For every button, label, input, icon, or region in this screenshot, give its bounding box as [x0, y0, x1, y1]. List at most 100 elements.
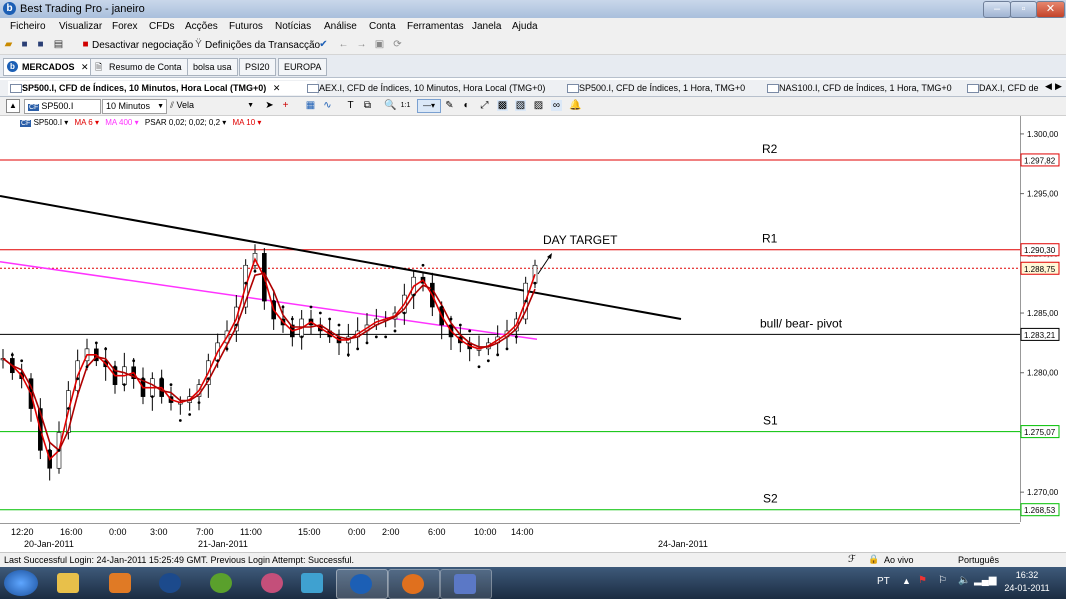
level-name-label: bull/ bear- pivot: [760, 316, 843, 330]
cursor-icon[interactable]: ➤: [264, 100, 275, 111]
menu-visualizar[interactable]: Visualizar: [59, 21, 102, 32]
network-icon[interactable]: ⚐: [938, 575, 947, 586]
color-icon[interactable]: ◐: [461, 100, 472, 111]
start-button[interactable]: [4, 570, 38, 596]
signal-bars-icon[interactable]: ▂▄▆: [974, 575, 996, 586]
close-tab-icon[interactable]: ✕: [81, 62, 89, 72]
pen-icon[interactable]: ✎: [444, 100, 455, 111]
link-icon[interactable]: ∞: [551, 100, 562, 111]
volume-icon[interactable]: 🔈: [958, 575, 970, 586]
legend-symbol[interactable]: SP500.I: [34, 118, 62, 127]
transaction-settings-button[interactable]: Definições da Transacção: [205, 40, 320, 51]
chart-tab-sp500-10min[interactable]: SP500.I, CFD de Índices, 10 Minutos, Hor…: [8, 81, 317, 95]
language-indicator[interactable]: PT: [877, 576, 890, 587]
chart-tab-aex-10min[interactable]: AEX.I, CFD de Índices, 10 Minutos, Hora …: [305, 81, 577, 95]
menu-futuros[interactable]: Futuros: [229, 21, 263, 32]
scroll-tabs-left-icon[interactable]: ◀: [1045, 81, 1052, 92]
screenshot-tool-button[interactable]: [440, 569, 492, 599]
stop-trading-icon[interactable]: ■: [80, 39, 91, 50]
close-tab-icon[interactable]: ✕: [273, 83, 281, 93]
workspace-tabs: b MERCADOS ✕ 🗎 Resumo de Conta bolsa usa…: [0, 55, 1066, 78]
psar-dot: [337, 323, 341, 327]
print-icon[interactable]: ▤: [53, 39, 64, 50]
check-icon[interactable]: ✔: [318, 39, 329, 50]
menu-conta[interactable]: Conta: [369, 21, 396, 32]
menu-ferramentas[interactable]: Ferramentas: [407, 21, 464, 32]
menu-cfds[interactable]: CFDs: [149, 21, 175, 32]
hp-button[interactable]: [146, 569, 196, 597]
legend-psar[interactable]: PSAR 0,02; 0,02; 0,2: [145, 118, 220, 127]
ratio-icon[interactable]: 1:1: [400, 100, 411, 111]
menu-ficheiro[interactable]: Ficheiro: [10, 21, 46, 32]
forward-icon[interactable]: →: [356, 39, 367, 50]
x-tick: 14:00: [511, 527, 534, 537]
price-chart[interactable]: 1.300,001.295,001.290,001.285,001.280,00…: [0, 116, 1066, 522]
media-player-button[interactable]: [96, 569, 146, 597]
tab-bolsa-usa[interactable]: bolsa usa: [187, 58, 238, 76]
symbol-input[interactable]: CF SP500.I: [24, 99, 101, 114]
utorrent-button[interactable]: [197, 569, 247, 597]
alert-icon[interactable]: 🔔: [569, 100, 581, 111]
wave-icon[interactable]: ∿: [322, 100, 333, 111]
y-tick-label: 1.285,00: [1027, 309, 1059, 318]
menu-analise[interactable]: Análise: [324, 21, 357, 32]
close-button[interactable]: ✕: [1036, 1, 1065, 18]
menu-janela[interactable]: Janela: [472, 21, 501, 32]
tab-mercados[interactable]: b MERCADOS ✕: [3, 58, 95, 76]
chart-tab-sp500-1h[interactable]: SP500.I, CFD de Índices, 1 Hora, TMG+0: [565, 81, 777, 95]
tray-flag-icon[interactable]: ⚑: [918, 575, 927, 586]
menu-accoes[interactable]: Acções: [185, 21, 218, 32]
psar-dot: [533, 281, 537, 285]
tab-europa[interactable]: EUROPA: [278, 58, 328, 76]
menu-noticias[interactable]: Notícias: [275, 21, 311, 32]
interval-select[interactable]: 10 Minutos ▼: [102, 99, 167, 114]
tab-resumo-de-conta[interactable]: 🗎 Resumo de Conta: [90, 58, 188, 76]
chart-type-select[interactable]: ⫽ Vela ▼: [170, 99, 256, 112]
psar-dot: [300, 335, 304, 339]
deactivate-trading-button[interactable]: Desactivar negociação: [92, 40, 193, 51]
tab-psi20[interactable]: PSI20: [239, 58, 276, 76]
expand-icon[interactable]: ⤢: [479, 100, 490, 111]
crosshair-icon[interactable]: +: [280, 100, 291, 111]
back-icon[interactable]: ←: [338, 39, 349, 50]
indicators-icon[interactable]: ▦: [305, 100, 316, 111]
tray-expand-icon[interactable]: ▲: [902, 576, 911, 586]
clock-date[interactable]: 24-01-2011: [1002, 583, 1052, 593]
legend-ma6[interactable]: MA 6: [75, 118, 93, 127]
clock-time[interactable]: 16:32: [1008, 570, 1046, 580]
chart-app-button[interactable]: [288, 569, 338, 597]
menu-forex[interactable]: Forex: [112, 21, 138, 32]
psar-dot: [76, 377, 80, 381]
save-icon[interactable]: ■: [19, 39, 30, 50]
window-icon[interactable]: ⧉: [362, 100, 373, 111]
legend-ma10[interactable]: MA 10: [233, 118, 256, 127]
save-all-icon[interactable]: ■: [35, 39, 46, 50]
best-trading-button[interactable]: [336, 569, 388, 599]
compare-icon[interactable]: ▧: [515, 100, 526, 111]
template-icon[interactable]: ▨: [533, 100, 544, 111]
firefox-button[interactable]: [388, 569, 440, 599]
legend-ma400[interactable]: MA 400: [105, 118, 132, 127]
chart-tab-dax[interactable]: DAX.I, CFD de: [965, 81, 1057, 95]
psar-dot: [440, 305, 444, 309]
explorer-button[interactable]: [44, 569, 94, 597]
open-folder-icon[interactable]: ▰: [3, 39, 14, 50]
text-icon[interactable]: T: [345, 100, 356, 111]
minimize-button[interactable]: –: [983, 1, 1011, 18]
settings-icon[interactable]: Ÿ: [193, 39, 204, 50]
chart-settings-icon[interactable]: ▩: [497, 100, 508, 111]
print-preview-icon[interactable]: ▣: [374, 39, 385, 50]
menu-ajuda[interactable]: Ajuda: [512, 21, 538, 32]
collapse-up-icon[interactable]: ▲: [6, 99, 20, 113]
chart-tab-label: NAS100.I, CFD de Índices, 1 Hora, TMG+0: [779, 83, 952, 93]
x-tick: 3:00: [150, 527, 168, 537]
maximize-button[interactable]: ▫: [1010, 1, 1037, 18]
scroll-tabs-right-icon[interactable]: ▶: [1055, 81, 1062, 92]
refresh-icon[interactable]: ⟳: [392, 39, 403, 50]
symbol-value: SP500.I: [41, 101, 74, 111]
zoom-icon[interactable]: 🔍: [384, 100, 396, 111]
window-title: Best Trading Pro - janeiro: [20, 3, 145, 15]
psar-dot: [365, 341, 369, 345]
line-style-icon[interactable]: —▾: [417, 99, 441, 113]
chart-tab-nas100-1h[interactable]: NAS100.I, CFD de Índices, 1 Hora, TMG+0: [765, 81, 977, 95]
